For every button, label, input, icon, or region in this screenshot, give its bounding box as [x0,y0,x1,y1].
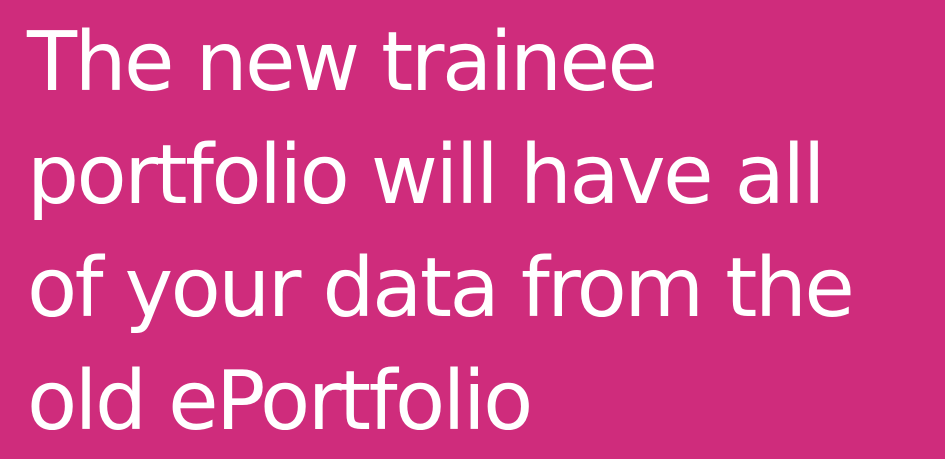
message-panel: The new trainee portfolio will have all … [0,0,945,459]
headline-line-3: of your data from the [27,241,855,336]
headline-line-2: portfolio will have all [27,128,825,223]
headline: The new trainee portfolio will have all … [27,6,855,458]
headline-line-4: old ePortfolio [27,354,533,449]
headline-line-1: The new trainee [27,15,658,110]
